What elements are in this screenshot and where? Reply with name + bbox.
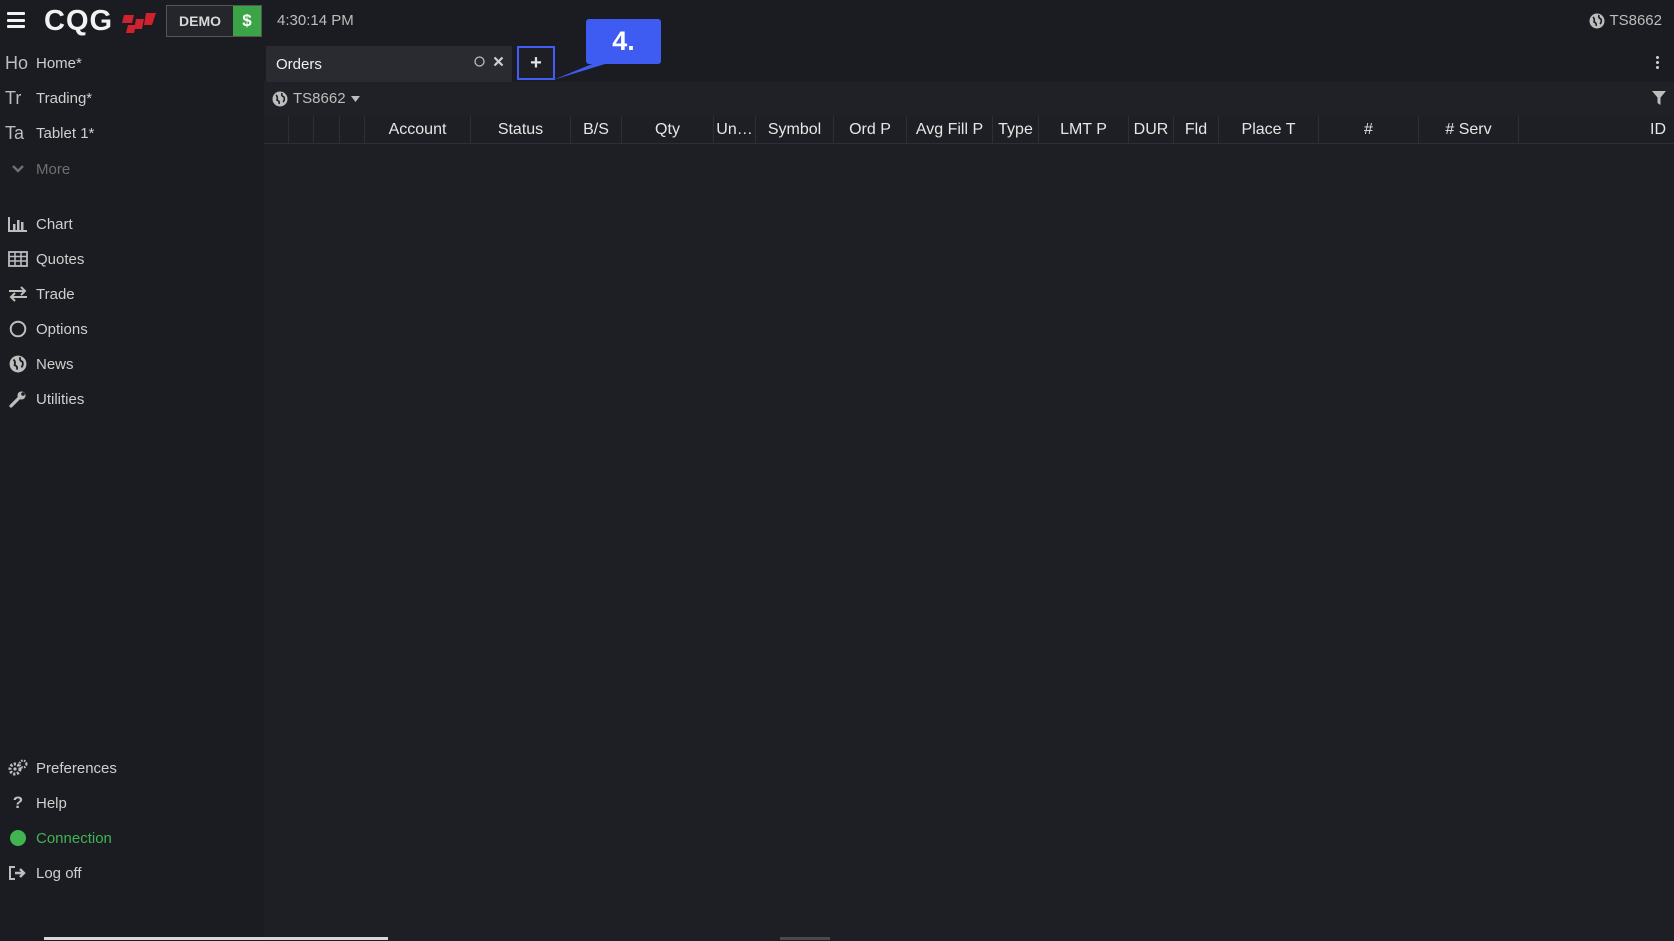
workspace-abbr: Ho — [5, 52, 29, 73]
workspace-label: Home* — [36, 54, 82, 72]
sidebar-item-label: Help — [36, 794, 67, 812]
account-selector[interactable]: TS8662 — [272, 90, 360, 107]
workspace-tablet[interactable]: Ta Tablet 1* — [0, 116, 264, 150]
logoff-icon — [0, 865, 36, 881]
bar-chart-icon — [0, 216, 36, 232]
top-bar: CQG DEMO $ 4:30:14 PM TS8662 — [0, 0, 1674, 44]
horizontal-scrollbar-thumb[interactable] — [44, 937, 388, 940]
col-account[interactable]: Account — [365, 116, 471, 144]
sidebar-item-label: Quotes — [36, 250, 85, 268]
widget-tab-bar: Orders + — [264, 44, 1674, 82]
grid-header-blank[interactable] — [340, 116, 365, 144]
col-server-number[interactable]: # Serv — [1419, 116, 1519, 144]
sidebar-item-label: Chart — [36, 215, 73, 233]
wrench-icon — [0, 390, 36, 408]
circle-icon — [0, 320, 36, 338]
account-indicator[interactable]: TS8662 — [1589, 12, 1662, 29]
col-id[interactable]: ID — [1519, 116, 1674, 144]
filter-icon[interactable] — [1652, 91, 1666, 105]
sidebar-item-preferences[interactable]: Preferences — [0, 751, 264, 785]
account-name: TS8662 — [1609, 12, 1662, 29]
sidebar-item-label: Trade — [36, 285, 75, 303]
col-symbol[interactable]: Symbol — [756, 116, 834, 144]
table-grid-icon — [0, 251, 36, 267]
workspace-home[interactable]: Ho Home* — [0, 46, 264, 80]
globe-icon — [0, 355, 36, 373]
col-status[interactable]: Status — [471, 116, 571, 144]
grid-header-blank[interactable] — [289, 116, 314, 144]
col-qty[interactable]: Qty — [622, 116, 714, 144]
workspace-trading[interactable]: Tr Trading* — [0, 81, 264, 115]
workspace-abbr: Ta — [5, 122, 25, 143]
close-icon[interactable] — [493, 56, 504, 67]
orders-grid-header: Account Status B/S Qty Un… Symbol Ord P … — [264, 116, 1674, 144]
workspace-label: Trading* — [36, 89, 93, 107]
more-button[interactable]: More — [0, 152, 264, 186]
cqg-logo-mark-icon — [122, 13, 156, 33]
tab-label: Orders — [276, 55, 322, 73]
demo-label: DEMO — [167, 6, 233, 36]
swap-arrows-icon — [0, 286, 36, 302]
gears-icon — [0, 759, 36, 777]
col-place-time[interactable]: Place T — [1219, 116, 1319, 144]
caret-down-icon — [350, 95, 360, 102]
globe-icon — [1589, 13, 1605, 28]
globe-icon — [272, 91, 288, 106]
col-order-price[interactable]: Ord P — [834, 116, 907, 144]
sidebar-item-chart[interactable]: Chart — [0, 207, 264, 241]
question-icon: ? — [12, 793, 24, 812]
col-unfilled[interactable]: Un… — [714, 116, 756, 144]
more-label: More — [36, 160, 71, 178]
sidebar-item-label: Log off — [36, 864, 82, 882]
col-avg-fill-price[interactable]: Avg Fill P — [907, 116, 993, 144]
sidebar-item-label: Options — [36, 320, 88, 338]
grid-header-blank[interactable] — [314, 116, 340, 144]
dollar-icon: $ — [233, 6, 261, 36]
sidebar-item-news[interactable]: News — [0, 347, 264, 381]
col-number[interactable]: # — [1319, 116, 1419, 144]
col-type[interactable]: Type — [993, 116, 1039, 144]
demo-badge[interactable]: DEMO $ — [166, 5, 262, 37]
sidebar-item-utilities[interactable]: Utilities — [0, 382, 264, 416]
orders-grid-body[interactable] — [264, 144, 1674, 941]
clock: 4:30:14 PM — [277, 12, 354, 29]
sidebar-item-help[interactable]: ? Help — [0, 786, 264, 820]
status-dot-icon — [0, 829, 36, 847]
sidebar-item-label: Preferences — [36, 759, 117, 777]
sidebar-item-options[interactable]: Options — [0, 312, 264, 346]
sidebar: Ho Home* Tr Trading* Ta Tablet 1* More C… — [0, 44, 264, 941]
workspace-abbr: Tr — [5, 87, 22, 108]
step-callout: 4. — [586, 19, 661, 64]
sidebar-item-connection[interactable]: Connection — [0, 821, 264, 855]
add-tab-button[interactable]: + — [517, 46, 555, 80]
orders-filter-bar: TS8662 — [264, 82, 1674, 116]
sidebar-item-label: Connection — [36, 829, 112, 847]
kebab-menu-icon[interactable] — [1656, 56, 1660, 70]
account-selector-value: TS8662 — [293, 90, 346, 107]
col-duration[interactable]: DUR — [1129, 116, 1174, 144]
grid-header-blank[interactable] — [264, 116, 289, 144]
sidebar-item-label: News — [36, 355, 74, 373]
col-limit-price[interactable]: LMT P — [1039, 116, 1129, 144]
workspace-label: Tablet 1* — [36, 124, 95, 142]
horizontal-scrollbar-thumb[interactable] — [780, 937, 830, 940]
tab-orders[interactable]: Orders — [266, 46, 512, 82]
link-circle-icon[interactable] — [474, 56, 485, 67]
col-buy-sell[interactable]: B/S — [571, 116, 622, 144]
sidebar-item-trade[interactable]: Trade — [0, 277, 264, 311]
sidebar-item-logoff[interactable]: Log off — [0, 856, 264, 890]
sidebar-item-label: Utilities — [36, 390, 85, 408]
col-filled[interactable]: Fld — [1174, 116, 1219, 144]
sidebar-item-quotes[interactable]: Quotes — [0, 242, 264, 276]
hamburger-menu-icon[interactable] — [7, 12, 25, 28]
cqg-logo: CQG — [44, 5, 114, 37]
chevron-down-icon — [0, 164, 36, 174]
